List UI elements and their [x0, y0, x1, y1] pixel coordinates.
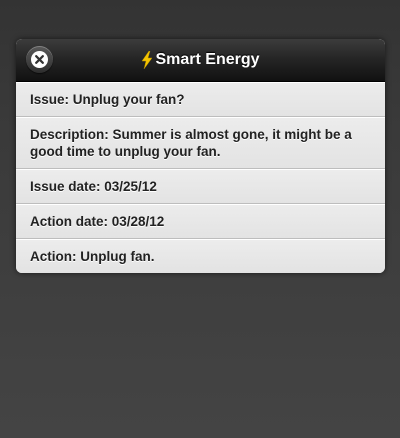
- action-date-text: Action date: 03/28/12: [30, 214, 165, 229]
- issue-date-text: Issue date: 03/25/12: [30, 179, 157, 194]
- description-item: Description: Summer is almost gone, it m…: [16, 117, 385, 169]
- action-text: Action: Unplug fan.: [30, 249, 155, 264]
- issue-date-item: Issue date: 03/25/12: [16, 169, 385, 204]
- issue-item: Issue: Unplug your fan?: [16, 82, 385, 117]
- issue-text: Issue: Unplug your fan?: [30, 92, 185, 107]
- action-date-item: Action date: 03/28/12: [16, 204, 385, 239]
- description-text: Description: Summer is almost gone, it m…: [30, 127, 352, 159]
- action-item: Action: Unplug fan.: [16, 239, 385, 273]
- popup-title-text: Smart Energy: [155, 51, 260, 68]
- close-button[interactable]: [26, 46, 53, 73]
- close-icon: [31, 51, 48, 68]
- popup-header: Smart Energy: [16, 39, 385, 82]
- lightning-bolt-icon: [141, 51, 153, 69]
- notification-popup: Smart Energy Issue: Unplug your fan? Des…: [16, 39, 385, 273]
- popup-title: Smart Energy: [16, 39, 385, 81]
